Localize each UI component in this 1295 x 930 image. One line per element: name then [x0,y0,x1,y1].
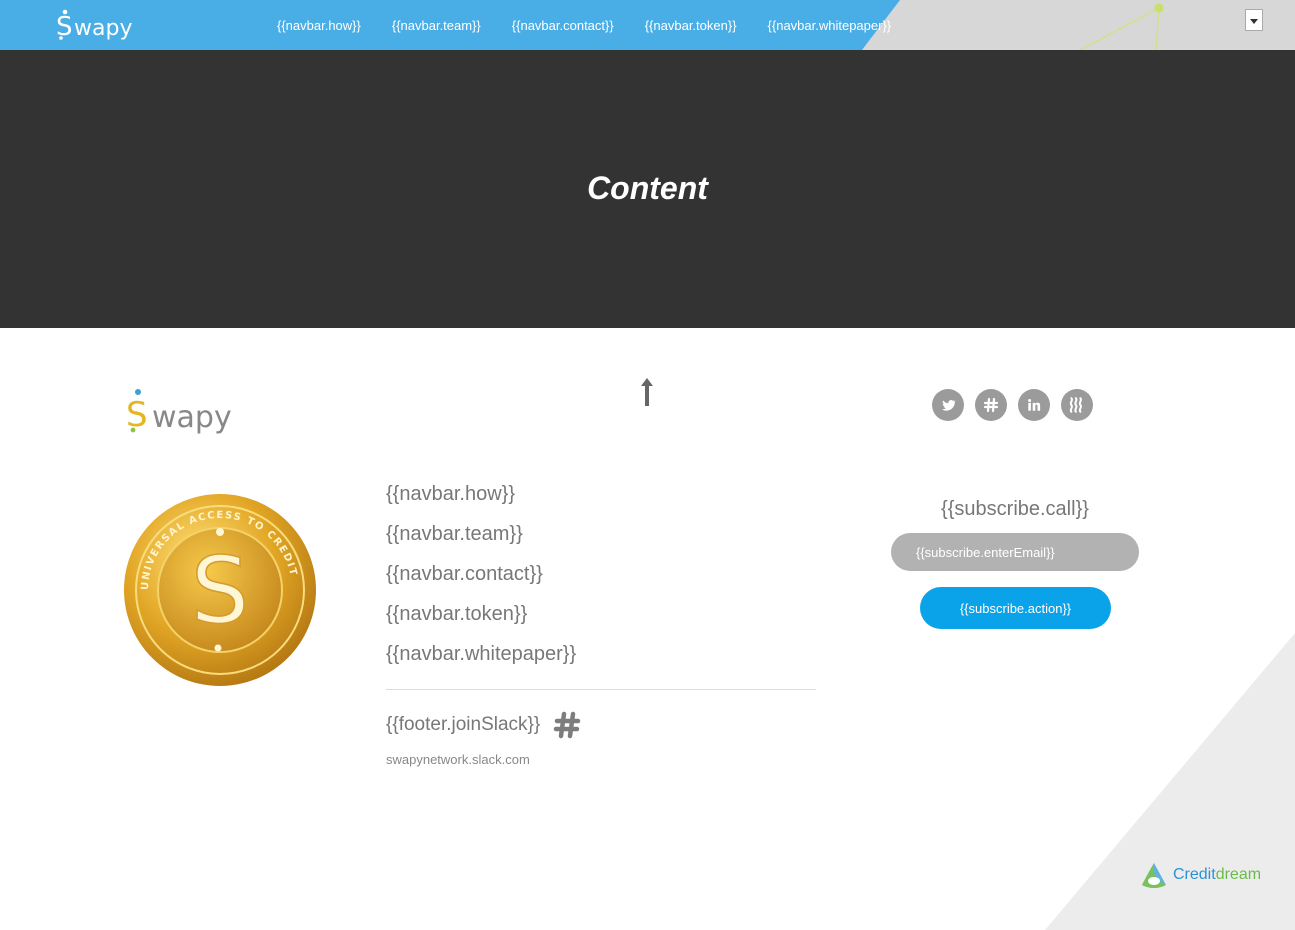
nav-link-how[interactable]: {{navbar.how}} [277,18,361,33]
footer-link-contact[interactable]: {{navbar.contact}} [386,559,816,599]
subscribe-button[interactable]: {{subscribe.action}} [920,587,1111,629]
swapy-coin-image: UNIVERSAL ACCESS TO CREDIT S [124,494,316,686]
social-links [932,389,1104,421]
language-select[interactable] [1245,9,1263,31]
footer-divider [386,689,816,690]
nav-link-token[interactable]: {{navbar.token}} [645,18,737,33]
svg-text:wapy: wapy [74,16,132,41]
footer-link-team[interactable]: {{navbar.team}} [386,519,816,559]
slack-icon[interactable] [975,389,1007,421]
linkedin-icon[interactable] [1018,389,1050,421]
slack-url[interactable]: swapynetwork.slack.com [386,752,530,767]
steemit-icon[interactable] [1061,389,1093,421]
twitter-icon[interactable] [932,389,964,421]
footer-links: {{navbar.how}} {{navbar.team}} {{navbar.… [386,479,816,679]
creditdream-name: Creditdream [1173,866,1261,884]
svg-text:S: S [56,12,73,42]
creditdream-logo[interactable]: Creditdream [1139,860,1261,890]
scroll-to-top-icon[interactable] [639,376,655,408]
nav-link-contact[interactable]: {{navbar.contact}} [512,18,614,33]
footer-logo[interactable]: S wapy [126,386,250,436]
footer-link-whitepaper[interactable]: {{navbar.whitepaper}} [386,639,816,679]
subscribe-heading: {{subscribe.call}} [941,498,1089,520]
join-slack-link[interactable]: {{footer.joinSlack}} [386,710,582,740]
svg-text:S: S [126,395,148,435]
hero-banner: Content [0,50,1295,328]
navbar: S wapy {{navbar.how}} {{navbar.team}} {{… [0,0,1295,50]
brand-logo[interactable]: S wapy [54,7,154,43]
creditdream-name-b: dream [1215,866,1262,883]
nav-link-whitepaper[interactable]: {{navbar.whitepaper}} [768,18,892,33]
svg-text:S: S [191,537,249,644]
slack-icon [554,711,581,739]
creditdream-logo-icon [1142,863,1166,888]
subscribe-email-input[interactable] [891,533,1139,571]
creditdream-name-a: Credit [1173,866,1216,883]
svg-text:wapy: wapy [152,400,232,435]
subscribe-form: {{subscribe.call}} {{subscribe.action}} [885,498,1145,629]
hero-title: Content [587,170,708,206]
join-slack-label: {{footer.joinSlack}} [386,714,541,735]
nav-links: {{navbar.how}} {{navbar.team}} {{navbar.… [277,0,922,50]
footer-link-how[interactable]: {{navbar.how}} [386,479,816,519]
nav-link-team[interactable]: {{navbar.team}} [392,18,481,33]
footer-link-token[interactable]: {{navbar.token}} [386,599,816,639]
